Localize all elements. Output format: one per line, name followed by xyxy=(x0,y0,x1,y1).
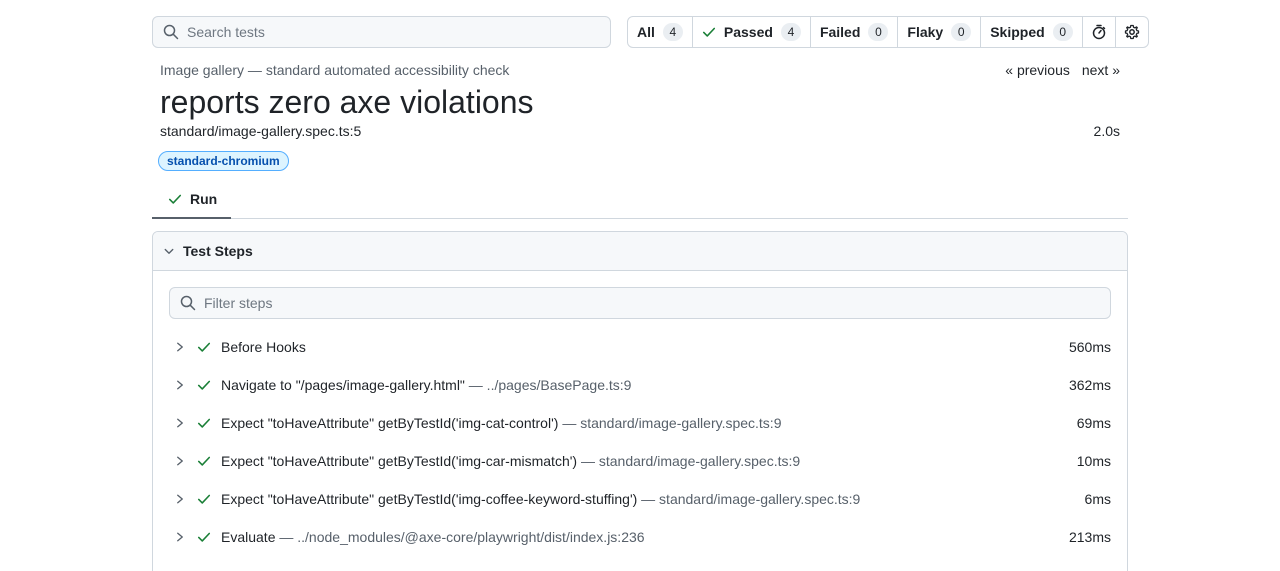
filter-passed-count: 4 xyxy=(780,23,801,41)
step-duration: 10ms xyxy=(1076,453,1111,469)
step-title: Expect "toHaveAttribute" getByTestId('im… xyxy=(221,453,578,469)
tab-run-label: Run xyxy=(190,190,218,207)
gear-icon xyxy=(1124,24,1139,40)
step-location[interactable]: — standard/image-gallery.spec.ts:9 xyxy=(562,415,781,431)
check-icon xyxy=(197,456,211,466)
step-row[interactable]: Expect "toHaveAttribute" getByTestId('im… xyxy=(169,480,1111,518)
chevron-right-icon xyxy=(177,456,183,466)
search-input[interactable] xyxy=(187,17,610,47)
chevron-right-icon xyxy=(177,494,183,504)
expand-step[interactable] xyxy=(175,417,187,429)
filter-flaky[interactable]: Flaky 0 xyxy=(898,17,982,47)
test-steps-panel: Test Steps Before Hooks 560ms Navigate to … xyxy=(152,231,1128,571)
filter-all-count: 4 xyxy=(662,23,683,41)
step-duration: 6ms xyxy=(1084,491,1111,507)
step-location[interactable]: — ../node_modules/@axe-core/playwright/d… xyxy=(279,529,644,545)
next-link[interactable]: next » xyxy=(1082,62,1120,78)
step-title: Evaluate xyxy=(221,529,276,545)
chevron-right-icon xyxy=(177,380,183,390)
step-title: Expect "toHaveAttribute" getByTestId('im… xyxy=(221,491,638,507)
expand-step[interactable] xyxy=(175,531,187,543)
step-title: Expect "toHaveAttribute" getByTestId('im… xyxy=(221,415,559,431)
filter-failed[interactable]: Failed 0 xyxy=(811,17,899,47)
step-location[interactable]: — ../pages/BasePage.ts:9 xyxy=(469,377,632,393)
step-row[interactable]: Expect "toHaveAttribute" getByTestId('im… xyxy=(169,442,1111,480)
check-icon xyxy=(197,342,211,352)
step-status xyxy=(197,340,213,354)
steps-list: Before Hooks 560ms Navigate to "/pages/ima… xyxy=(169,328,1111,556)
check-icon xyxy=(197,494,211,504)
chevron-right-icon xyxy=(177,532,183,542)
filter-passed-label: Passed xyxy=(723,24,773,40)
expand-step[interactable] xyxy=(175,341,187,353)
filter-failed-label: Failed xyxy=(819,24,861,40)
test-steps-header[interactable]: Test Steps xyxy=(153,232,1127,271)
step-status xyxy=(197,454,213,468)
tab-run[interactable]: Run xyxy=(152,180,231,219)
filter-skipped-label: Skipped xyxy=(990,24,1045,40)
tab-bar: Run xyxy=(152,180,1128,219)
expand-step[interactable] xyxy=(175,455,187,467)
filter-all[interactable]: All 4 xyxy=(628,17,693,47)
step-title: Navigate to "/pages/image-gallery.html" xyxy=(221,377,465,393)
expand-step[interactable] xyxy=(175,379,187,391)
test-navigation: « previous next » xyxy=(1005,62,1120,78)
search-box[interactable] xyxy=(152,16,611,48)
filter-skipped[interactable]: Skipped 0 xyxy=(981,17,1083,47)
step-duration: 560ms xyxy=(1068,339,1111,355)
filter-flaky-label: Flaky xyxy=(907,24,944,40)
filter-failed-count: 0 xyxy=(868,23,889,41)
step-title: Before Hooks xyxy=(221,339,306,355)
step-location[interactable]: — standard/image-gallery.spec.ts:9 xyxy=(581,453,800,469)
step-row[interactable]: Navigate to "/pages/image-gallery.html" … xyxy=(169,366,1111,404)
filter-all-label: All xyxy=(637,24,655,40)
chevron-right-icon xyxy=(177,342,183,352)
step-row[interactable]: Expect "toHaveAttribute" getByTestId('im… xyxy=(169,404,1111,442)
filter-passed[interactable]: Passed 4 xyxy=(693,17,811,47)
test-steps-title: Test Steps xyxy=(183,243,253,259)
test-location: standard/image-gallery.spec.ts:5 xyxy=(160,123,362,139)
step-row[interactable]: Evaluate — ../node_modules/@axe-core/pla… xyxy=(169,518,1111,556)
project-badge[interactable]: standard-chromium xyxy=(158,151,289,171)
test-duration: 2.0s xyxy=(1093,123,1120,139)
check-icon xyxy=(197,418,211,428)
filter-skipped-count: 0 xyxy=(1052,23,1073,41)
step-location[interactable]: — standard/image-gallery.spec.ts:9 xyxy=(641,491,860,507)
step-status xyxy=(197,416,213,430)
step-status xyxy=(197,530,213,544)
filter-steps-input[interactable] xyxy=(204,288,1110,318)
step-status xyxy=(197,378,213,392)
check-icon xyxy=(197,380,211,390)
step-duration: 362ms xyxy=(1068,377,1111,393)
search-icon xyxy=(163,24,179,40)
check-icon xyxy=(168,194,182,204)
settings-button[interactable] xyxy=(1116,17,1148,47)
speedboard-button[interactable] xyxy=(1083,17,1116,47)
search-icon xyxy=(180,295,196,311)
step-row[interactable]: Before Hooks 560ms xyxy=(169,328,1111,366)
expand-step[interactable] xyxy=(175,493,187,505)
check-icon xyxy=(197,532,211,542)
filter-steps-box[interactable] xyxy=(169,287,1111,319)
check-icon xyxy=(702,27,715,37)
step-duration: 69ms xyxy=(1076,415,1111,431)
step-status xyxy=(197,492,213,506)
step-duration: 213ms xyxy=(1068,529,1111,545)
chevron-down-icon xyxy=(164,248,174,254)
status-filters: All 4 Passed 4 Failed 0 Flaky 0 Skipped … xyxy=(627,16,1149,48)
page-title: reports zero axe violations xyxy=(160,84,534,120)
chevron-right-icon xyxy=(177,418,183,428)
stopwatch-icon xyxy=(1092,24,1105,40)
previous-link[interactable]: « previous xyxy=(1005,62,1070,78)
filter-flaky-count: 0 xyxy=(951,23,972,41)
suite-title: Image gallery — standard automated acces… xyxy=(160,62,510,78)
